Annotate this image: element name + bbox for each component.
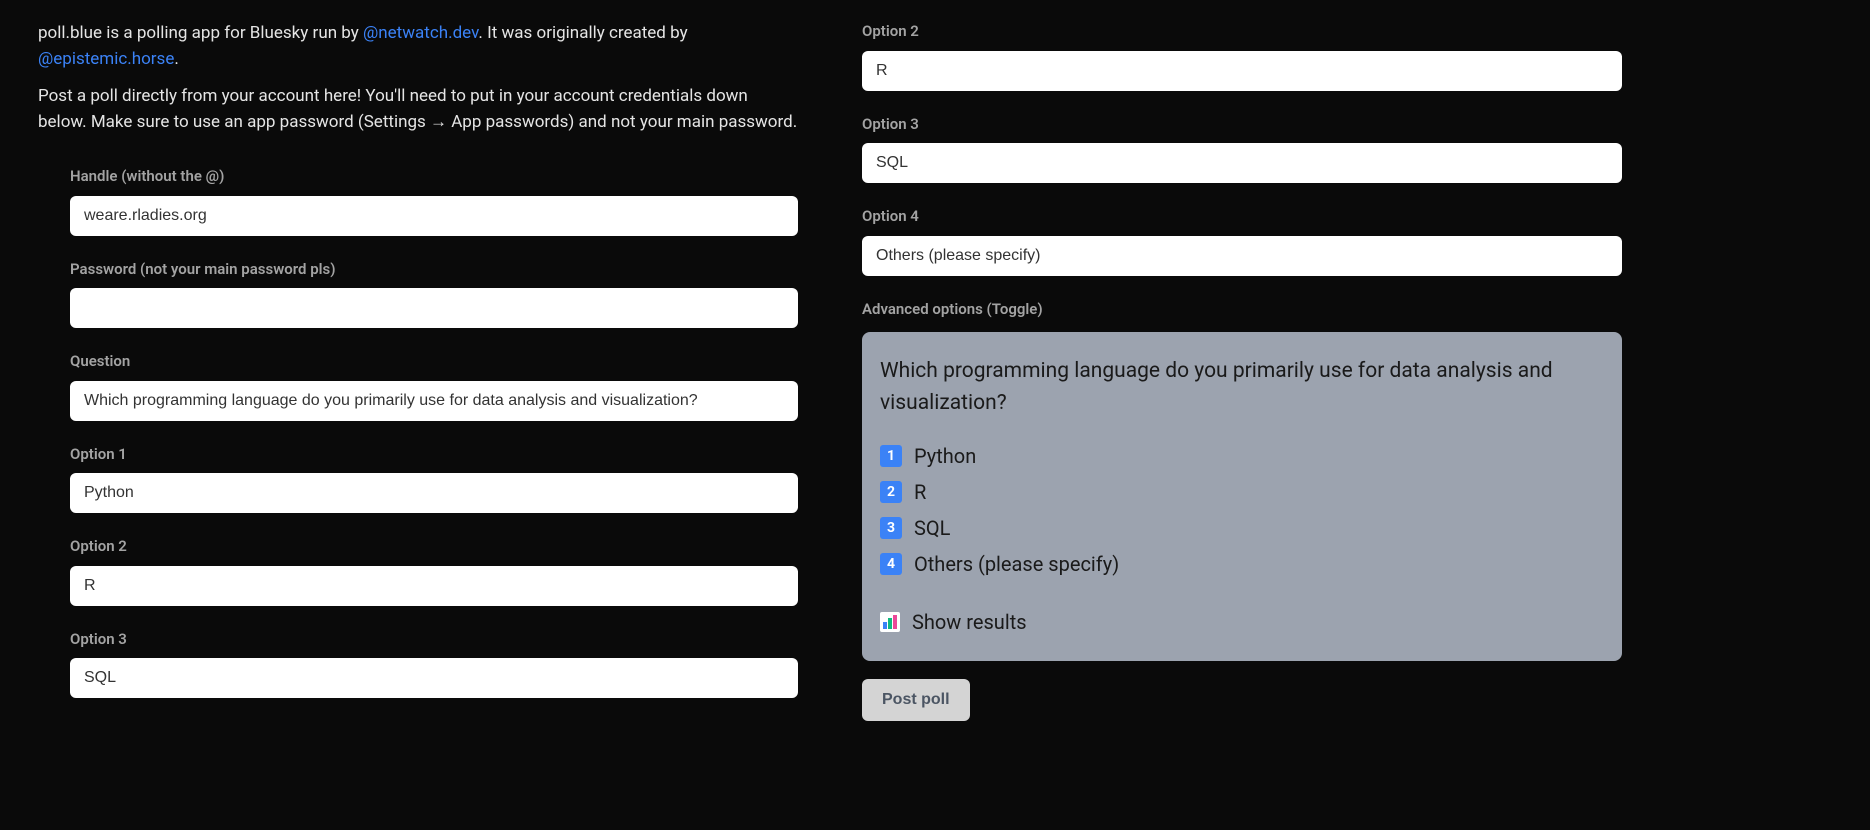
advanced-options-toggle[interactable]: Advanced options (Toggle) (862, 298, 1622, 321)
option2-input[interactable] (70, 566, 798, 606)
intro-text-3: . (174, 49, 178, 69)
intro-text-2: . It was originally created by (478, 23, 687, 43)
password-label: Password (not your main password pls) (70, 258, 798, 281)
link-netwatch[interactable]: @netwatch.dev (363, 23, 478, 43)
preview-option-2-text: R (914, 477, 926, 507)
option1-label: Option 1 (70, 443, 798, 466)
num-badge-4-icon: 4 (880, 553, 902, 575)
option3-input[interactable] (70, 658, 798, 698)
option4-label-right: Option 4 (862, 205, 1622, 228)
option2-label: Option 2 (70, 535, 798, 558)
show-results-row: Show results (880, 607, 1604, 637)
option3-input-right[interactable] (862, 143, 1622, 183)
preview-option-3-text: SQL (914, 513, 950, 543)
poll-preview: Which programming language do you primar… (862, 332, 1622, 661)
link-epistemic[interactable]: @epistemic.horse (38, 49, 174, 69)
option4-input-right[interactable] (862, 236, 1622, 276)
handle-label: Handle (without the @) (70, 165, 798, 188)
num-badge-3-icon: 3 (880, 517, 902, 539)
preview-option-4-text: Others (please specify) (914, 549, 1119, 579)
intro-paragraph-2: Post a poll directly from your account h… (38, 83, 798, 136)
handle-input[interactable] (70, 196, 798, 236)
preview-option-3: 3 SQL (880, 513, 1604, 543)
preview-question: Which programming language do you primar… (880, 356, 1604, 419)
preview-option-1-text: Python (914, 441, 976, 471)
post-poll-button[interactable]: Post poll (862, 679, 970, 721)
option3-label: Option 3 (70, 628, 798, 651)
option1-input[interactable] (70, 473, 798, 513)
preview-option-2: 2 R (880, 477, 1604, 507)
option2-label-right: Option 2 (862, 20, 1622, 43)
bar-chart-icon (880, 612, 900, 632)
option3-label-right: Option 3 (862, 113, 1622, 136)
preview-option-4: 4 Others (please specify) (880, 549, 1604, 579)
show-results-text: Show results (912, 607, 1027, 637)
intro-text-1: poll.blue is a polling app for Bluesky r… (38, 23, 363, 43)
question-label: Question (70, 350, 798, 373)
question-input[interactable] (70, 381, 798, 421)
preview-option-1: 1 Python (880, 441, 1604, 471)
num-badge-2-icon: 2 (880, 481, 902, 503)
num-badge-1-icon: 1 (880, 445, 902, 467)
intro-text: poll.blue is a polling app for Bluesky r… (38, 20, 798, 135)
password-input[interactable] (70, 288, 798, 328)
option2-input-right[interactable] (862, 51, 1622, 91)
